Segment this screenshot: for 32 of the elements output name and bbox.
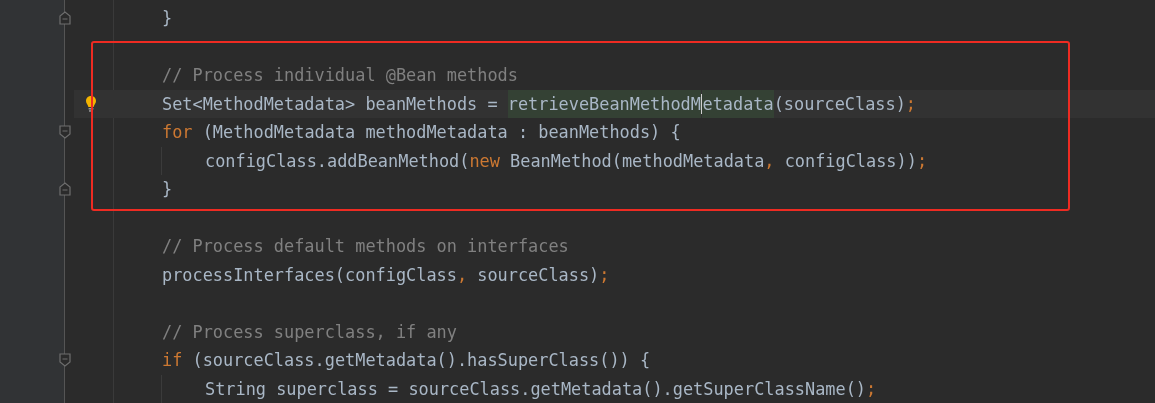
highlighted-identifier: etadata [702,89,774,118]
fold-end-icon[interactable] [59,182,71,197]
code-text: configClass)) [784,150,917,171]
code-keyword: new [469,150,501,171]
code-comment: // Process individual @Bean methods [162,65,518,86]
code-text: (sourceClass.getMetadata().hasSuperClass()) { [192,350,651,371]
code-text: , [456,264,469,285]
code-text: ; [599,264,610,285]
code-text: (sourceClass) [773,93,906,114]
code-text: Set<MethodMetadata> beanMethods = [162,93,499,114]
lightbulb-icon[interactable] [84,94,97,113]
fold-end-icon[interactable] [59,11,71,26]
code-comment: // Process default methods on interfaces [162,236,569,257]
code-keyword: if [162,350,184,371]
code-text: processInterfaces(configClass [162,264,457,285]
code-text: ; [866,378,877,399]
highlighted-identifier: retrieveBeanMethodM [507,89,701,118]
code-text: } [162,179,173,200]
code-text: (MethodMetadata methodMetadata : beanMethods) { [202,122,681,143]
fold-icon[interactable] [59,125,71,140]
code-keyword: for [162,122,194,143]
code-text: , [764,150,776,171]
fold-icon[interactable] [59,353,71,368]
code-text: sourceClass) [477,264,600,285]
code-text: BeanMethod(methodMetadata [510,150,765,171]
code-text: ; [916,150,928,171]
code-text: String superclass = sourceClass.getMetadata().getSuperClassName() [205,378,866,399]
code-text: } [162,8,173,29]
code-text: ; [905,93,917,114]
code-comment: // Process superclass, if any [162,321,457,342]
text-caret [700,93,703,114]
code-text: configClass.addBeanMethod( [205,150,470,171]
